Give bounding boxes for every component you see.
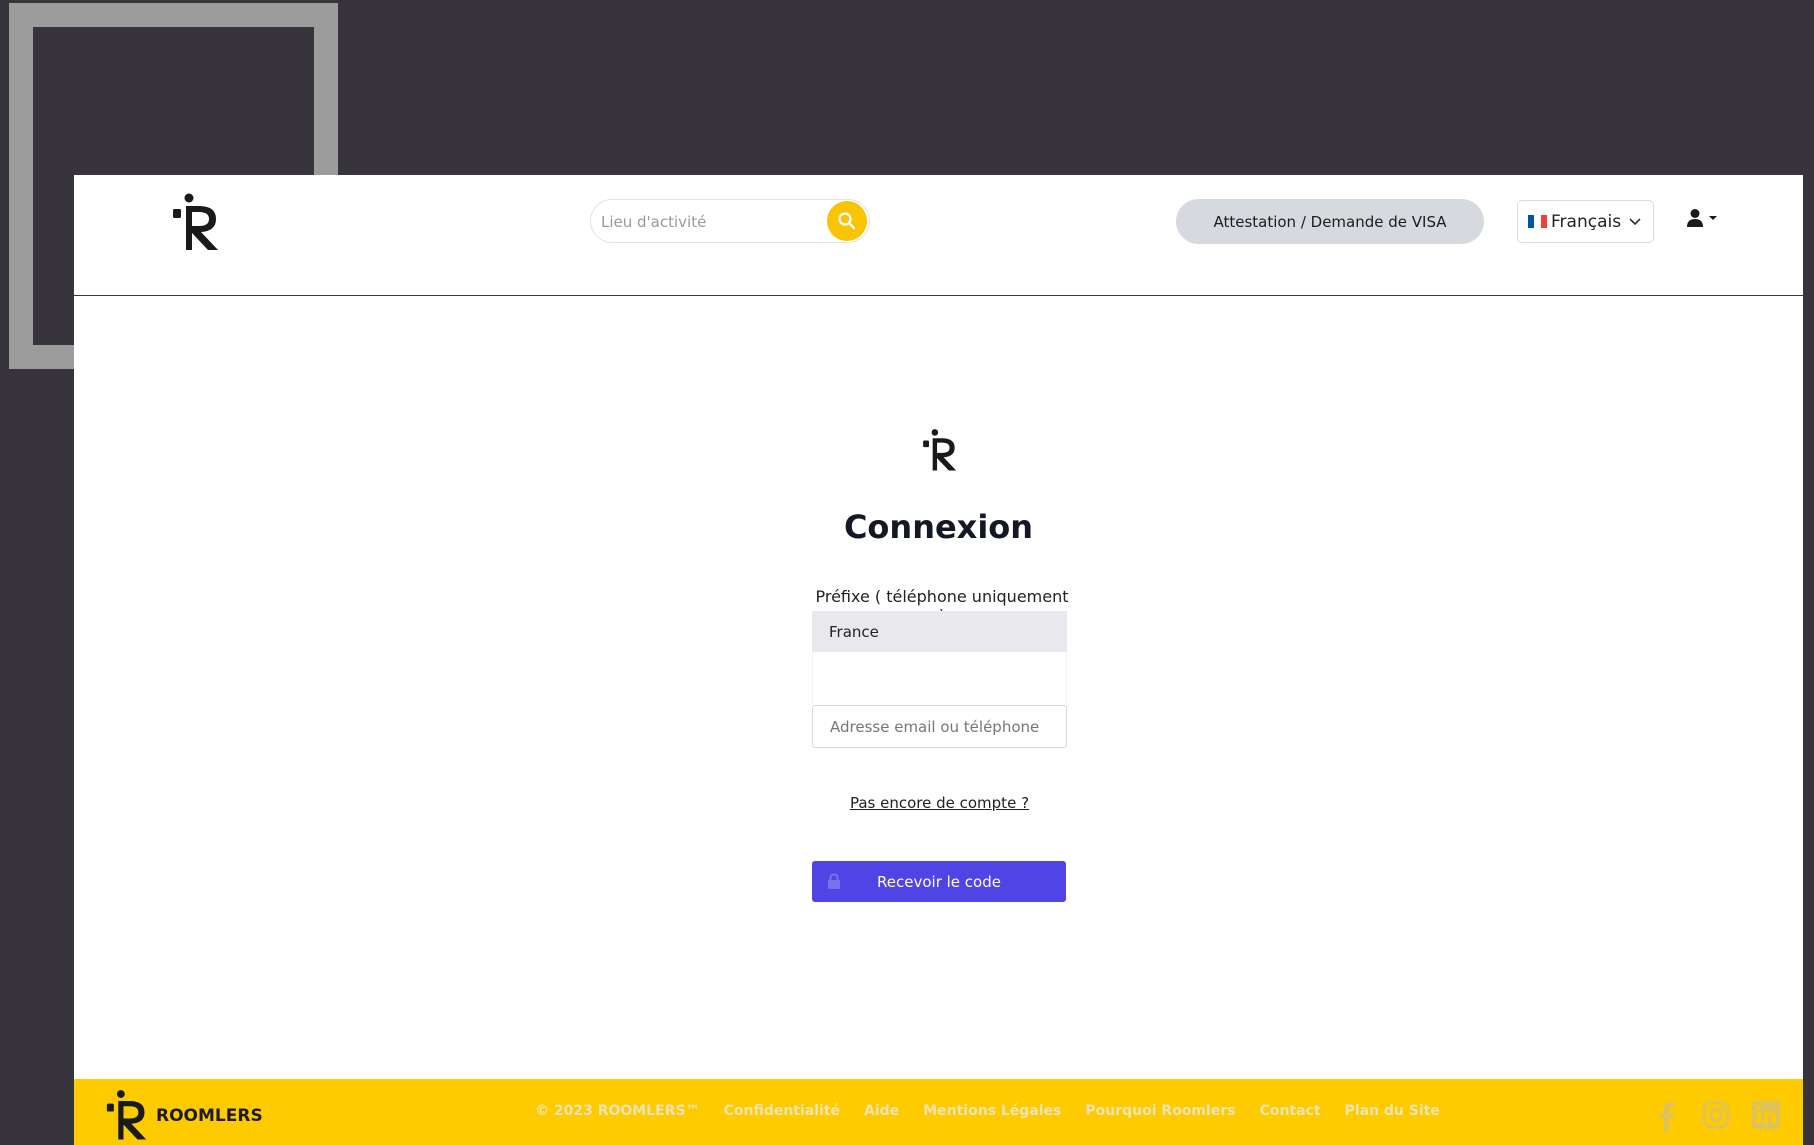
footer-link-aide[interactable]: Aide [864, 1103, 899, 1119]
phone-prefix-area [812, 652, 1067, 704]
visa-request-button[interactable]: Attestation / Demande de VISA [1176, 199, 1484, 244]
footer-link-mentions-legales[interactable]: Mentions Légales [923, 1103, 1061, 1119]
footer-logo[interactable] [106, 1086, 148, 1144]
instagram-icon[interactable] [1702, 1101, 1730, 1129]
footer-link-contact[interactable]: Contact [1260, 1103, 1321, 1119]
user-icon [1687, 209, 1703, 227]
chevron-down-icon [1629, 217, 1641, 225]
footer: ROOMLERS © 2023 ROOMLERS™ Confidentialit… [74, 1079, 1803, 1145]
language-label: Français [1551, 211, 1622, 232]
lock-icon [828, 873, 840, 889]
signup-link[interactable]: Pas encore de compte ? [812, 794, 1067, 812]
footer-link-pourquoi-roomlers[interactable]: Pourquoi Roomlers [1085, 1103, 1235, 1119]
facebook-icon[interactable] [1659, 1101, 1675, 1131]
user-menu[interactable] [1686, 208, 1718, 228]
footer-links: © 2023 ROOMLERS™ Confidentialité Aide Me… [535, 1103, 1440, 1119]
footer-link-plan-du-site[interactable]: Plan du Site [1345, 1103, 1440, 1119]
roomlers-logo[interactable] [172, 192, 220, 252]
footer-copyright: © 2023 ROOMLERS™ [535, 1103, 700, 1119]
france-flag-icon [1528, 215, 1547, 228]
caret-down-icon [1709, 216, 1717, 220]
email-or-phone-input[interactable] [812, 705, 1067, 748]
footer-brand: ROOMLERS [156, 1106, 263, 1126]
receive-code-button[interactable]: Recevoir le code [812, 861, 1066, 902]
login-title: Connexion [843, 508, 1034, 546]
login-logo [923, 429, 957, 471]
receive-code-label: Recevoir le code [877, 872, 1001, 891]
linkedin-icon[interactable] [1752, 1101, 1780, 1129]
country-prefix-select[interactable]: France [812, 611, 1067, 652]
search-icon [838, 212, 856, 230]
country-selected-value: France [829, 622, 879, 641]
app-window: Attestation / Demande de VISA Français C… [74, 175, 1803, 1145]
search-button[interactable] [827, 201, 867, 241]
search-input[interactable] [599, 200, 823, 244]
language-select[interactable]: Français [1517, 200, 1654, 243]
top-navbar: Attestation / Demande de VISA Français [74, 175, 1803, 296]
footer-link-confidentialite[interactable]: Confidentialité [724, 1103, 840, 1119]
activity-search [590, 199, 870, 244]
